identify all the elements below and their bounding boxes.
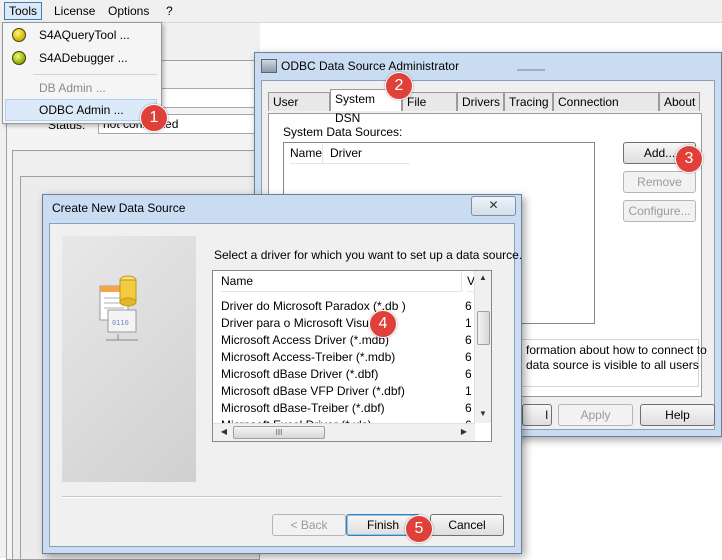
callout-2: 2 bbox=[385, 72, 413, 100]
odbc-window-icon bbox=[261, 59, 277, 73]
scroll-up-icon[interactable]: ▲ bbox=[475, 273, 491, 282]
driver-row[interactable]: Microsoft Access Driver (*.mdb) bbox=[221, 332, 389, 349]
svg-text:0110: 0110 bbox=[112, 319, 129, 327]
callout-4: 4 bbox=[369, 310, 397, 338]
instruction-text: Select a driver for which you want to se… bbox=[214, 248, 523, 262]
illustration-panel: 0110 bbox=[62, 236, 196, 482]
yellow-ball-icon bbox=[12, 28, 26, 42]
callout-5: 5 bbox=[405, 515, 433, 543]
bug-icon bbox=[12, 51, 26, 65]
dialog-title: Create New Data Source bbox=[52, 201, 186, 215]
menu-item-odbc-admin[interactable]: ODBC Admin ... bbox=[5, 99, 157, 121]
driver-version: 1 bbox=[465, 384, 472, 398]
configure-button[interactable]: Configure... bbox=[623, 200, 696, 222]
menu-bar: Tools License Options ? bbox=[0, 0, 722, 23]
tab-about[interactable]: About bbox=[659, 92, 700, 111]
tab-connection-pooling[interactable]: Connection Pooling bbox=[553, 92, 659, 128]
driver-version: 6 bbox=[465, 333, 472, 347]
horizontal-scroll-thumb[interactable]: III bbox=[233, 426, 325, 439]
driver-version: 6 bbox=[465, 350, 472, 364]
remove-button[interactable]: Remove bbox=[623, 171, 696, 193]
vertical-scrollbar[interactable]: ▲ ▼ bbox=[474, 271, 491, 423]
cancel-button-partial[interactable]: l bbox=[522, 404, 552, 426]
driver-version: 6 bbox=[465, 401, 472, 415]
odbc-window-title: ODBC Data Source Administrator bbox=[281, 59, 460, 73]
close-icon: ✕ bbox=[488, 198, 499, 212]
menu-item-s4adebugger[interactable]: S4ADebugger ... bbox=[5, 47, 157, 69]
driver-row[interactable]: Driver para o Microsoft Visual F bbox=[221, 315, 389, 332]
menu-license[interactable]: License bbox=[50, 3, 99, 19]
help-button[interactable]: Help bbox=[640, 404, 715, 426]
title-bar-decoration bbox=[517, 69, 545, 71]
info-text-line2: data source is visible to all users bbox=[526, 358, 699, 372]
create-data-source-dialog: Create New Data Source ✕ 0110 Select a d… bbox=[42, 194, 522, 554]
dialog-body: 0110 Select a driver for which you want … bbox=[49, 223, 522, 547]
dialog-divider bbox=[62, 496, 502, 498]
menu-tools[interactable]: Tools bbox=[4, 2, 43, 20]
callout-3: 3 bbox=[675, 145, 703, 173]
horizontal-scrollbar[interactable]: ◀ III ▶ bbox=[213, 423, 475, 441]
apply-button[interactable]: Apply bbox=[558, 404, 633, 426]
menu-separator bbox=[33, 74, 157, 75]
column-divider bbox=[322, 143, 323, 163]
cancel-button[interactable]: Cancel bbox=[430, 514, 504, 536]
menu-help[interactable]: ? bbox=[162, 3, 177, 19]
driver-row[interactable]: Microsoft dBase Driver (*.dbf) bbox=[221, 366, 378, 383]
menu-options[interactable]: Options bbox=[104, 3, 153, 19]
driver-row[interactable]: Microsoft dBase-Treiber (*.dbf) bbox=[221, 400, 385, 417]
tab-drivers[interactable]: Drivers bbox=[457, 92, 504, 111]
driver-version: 6 bbox=[465, 367, 472, 381]
driver-list[interactable]: Name V Driver do Microsoft Paradox (*.db… bbox=[212, 270, 492, 442]
scroll-right-icon[interactable]: ▶ bbox=[459, 427, 469, 436]
menu-item-s4aquerytool[interactable]: S4AQueryTool ... bbox=[5, 24, 157, 46]
driver-row[interactable]: Microsoft Access-Treiber (*.mdb) bbox=[221, 349, 395, 366]
back-button[interactable]: < Back bbox=[272, 514, 346, 536]
scroll-down-icon[interactable]: ▼ bbox=[475, 409, 491, 418]
scroll-left-icon[interactable]: ◀ bbox=[219, 427, 229, 436]
column-driver[interactable]: Driver bbox=[330, 143, 410, 164]
info-box: formation about how to connect to data s… bbox=[513, 339, 707, 387]
callout-1: 1 bbox=[140, 104, 168, 132]
dialog-close-button[interactable]: ✕ bbox=[471, 196, 516, 216]
odbc-tab-strip: User DSN System DSN File DSN Drivers Tra… bbox=[268, 89, 708, 128]
vertical-scroll-thumb[interactable] bbox=[477, 311, 490, 345]
driver-version: 6 bbox=[465, 299, 472, 313]
driver-version: 1 bbox=[465, 316, 472, 330]
info-text-line1: formation about how to connect to bbox=[526, 343, 707, 357]
menu-item-db-admin: DB Admin ... bbox=[39, 81, 106, 95]
driver-row[interactable]: Microsoft dBase VFP Driver (*.dbf) bbox=[221, 383, 405, 400]
column-name[interactable]: Name bbox=[290, 143, 330, 164]
database-icon: 0110 bbox=[99, 275, 138, 341]
column-name[interactable]: Name bbox=[221, 271, 462, 292]
tab-user-dsn[interactable]: User DSN bbox=[268, 92, 330, 128]
tab-file-dsn[interactable]: File DSN bbox=[402, 92, 457, 128]
tools-menu: S4AQueryTool ... S4ADebugger ... DB Admi… bbox=[2, 22, 162, 124]
tab-tracing[interactable]: Tracing bbox=[504, 92, 553, 111]
